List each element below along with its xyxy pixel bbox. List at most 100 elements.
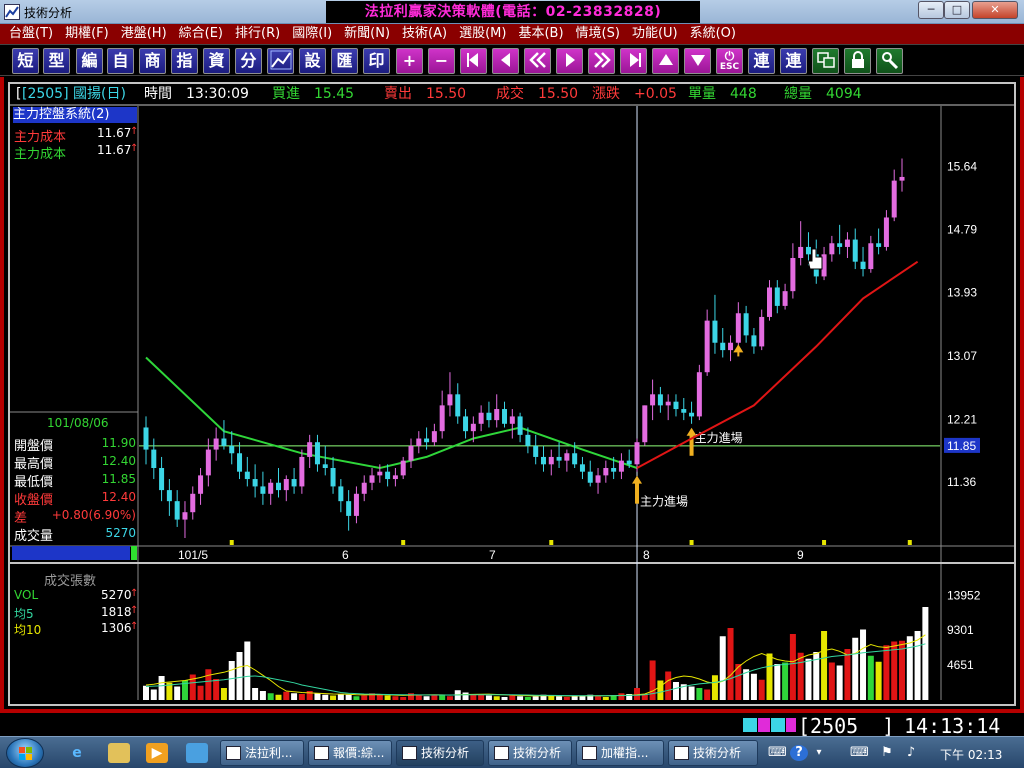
candle-up	[790, 258, 796, 292]
diff-label: 差	[14, 511, 28, 526]
up-arrow-icon: ↑	[130, 621, 139, 632]
volume-bar	[143, 685, 149, 700]
candle-down	[463, 416, 469, 432]
candle-up	[704, 320, 710, 373]
indicator-title[interactable]: 主力控盤系統(2)	[13, 107, 137, 123]
volume-bar	[610, 695, 617, 700]
task-label: 報價:綜...	[333, 746, 385, 760]
candle-up	[782, 291, 788, 306]
stock-code-input[interactable]: [2505_ ]	[798, 714, 894, 738]
keyboard-layout-icon[interactable]: ⌨	[850, 745, 869, 761]
candle-down	[159, 468, 165, 491]
chart-canvas[interactable]: 11.85 主力進場 主力進場 15.64 14.79 13.93 13.07 …	[0, 0, 1024, 736]
volume-bar	[376, 694, 383, 700]
task-app-icon	[402, 746, 417, 760]
volume-tick: 13952	[947, 588, 981, 602]
folder-icon[interactable]	[108, 743, 130, 763]
volume-bar	[493, 696, 500, 700]
candle-down	[556, 456, 562, 461]
volume-bar	[821, 631, 828, 700]
candle-up	[735, 313, 741, 343]
volume-bar	[836, 665, 843, 700]
volume-bar	[711, 675, 718, 700]
candle-up	[650, 394, 656, 406]
candle-down	[151, 449, 157, 468]
volume-bar	[330, 695, 337, 700]
candle-up	[470, 423, 476, 432]
volume-bar	[174, 686, 181, 700]
volume-bar	[501, 697, 508, 700]
date-marker	[689, 540, 694, 545]
price-tick: 12.21	[947, 412, 977, 426]
ie-icon[interactable]: e	[66, 743, 88, 763]
date-marker	[401, 540, 406, 545]
selection-bar	[12, 546, 130, 560]
volume-bar	[150, 689, 157, 700]
candle-down	[260, 486, 266, 494]
date-marker	[229, 540, 234, 545]
task-label: 技術分析	[693, 746, 742, 760]
system-clock[interactable]: 下午 02:13	[940, 746, 1002, 763]
volume-bar	[914, 631, 921, 700]
candlestick-series	[143, 158, 905, 538]
media-player-icon[interactable]: ▶	[146, 743, 168, 763]
tray-expand-icon[interactable]: ▾	[810, 745, 828, 761]
volume-tick: 9301	[947, 623, 974, 637]
volume-bar	[205, 669, 212, 700]
volume-bar	[672, 682, 679, 700]
start-button[interactable]	[6, 738, 44, 768]
candle-down	[572, 453, 578, 465]
volume-bar	[556, 696, 563, 700]
volume-bar	[298, 694, 305, 700]
candle-up	[665, 401, 671, 406]
status-block-1	[743, 718, 757, 732]
candle-down	[252, 479, 258, 487]
task-technical-3[interactable]: 技術分析	[668, 740, 758, 766]
candle-up	[190, 493, 196, 513]
volume-bar	[883, 645, 890, 700]
volume-icon[interactable]: ♪	[902, 745, 920, 761]
volume-bar	[322, 694, 329, 700]
candle-down	[852, 239, 858, 262]
volume-bar	[524, 697, 531, 700]
network-icon[interactable]: ⚑	[878, 745, 896, 761]
up-arrow-icon: ↑	[130, 126, 139, 137]
volume-bar	[431, 694, 438, 700]
keyboard-icon[interactable]: ⌨	[768, 745, 787, 761]
task-quotes[interactable]: 報價:綜...	[308, 740, 392, 766]
volume-bar	[704, 689, 711, 700]
candle-up	[198, 475, 204, 494]
candle-down	[221, 438, 227, 446]
candle-down	[143, 427, 149, 450]
signal-arrow-head	[733, 344, 744, 353]
candle-up	[213, 438, 219, 450]
candle-down	[805, 246, 811, 255]
help-icon[interactable]: ?	[790, 745, 808, 761]
volume-bar	[314, 693, 321, 700]
task-technical-1[interactable]: 技術分析	[396, 740, 484, 766]
task-technical-2[interactable]: 技術分析	[488, 740, 572, 766]
task-ferrari[interactable]: 法拉利...	[220, 740, 304, 766]
volume-bar	[291, 693, 298, 700]
status-clock: 14:13:14	[904, 714, 1001, 738]
volume-bar	[641, 694, 648, 700]
candle-up	[377, 471, 383, 476]
task-index[interactable]: 加權指...	[576, 740, 664, 766]
vol-legend-value: 5270	[101, 588, 132, 602]
volume-bar	[602, 697, 609, 700]
up-arrow-icon: ↑	[130, 605, 139, 616]
candle-up	[182, 512, 188, 520]
paint-icon[interactable]	[186, 743, 208, 763]
candle-up	[283, 479, 289, 491]
volume-bar	[353, 696, 360, 700]
candle-down	[486, 412, 492, 421]
volume-bar	[766, 653, 773, 700]
ma10-legend-value: 1306	[101, 621, 132, 635]
volume-bar	[867, 655, 874, 700]
cost-line-1-value: 11.67	[97, 126, 132, 140]
volume-bar	[727, 628, 734, 700]
task-label: 技術分析	[513, 746, 562, 760]
task-app-icon	[494, 746, 509, 760]
volume-bar	[415, 695, 422, 700]
candle-down	[743, 313, 749, 336]
